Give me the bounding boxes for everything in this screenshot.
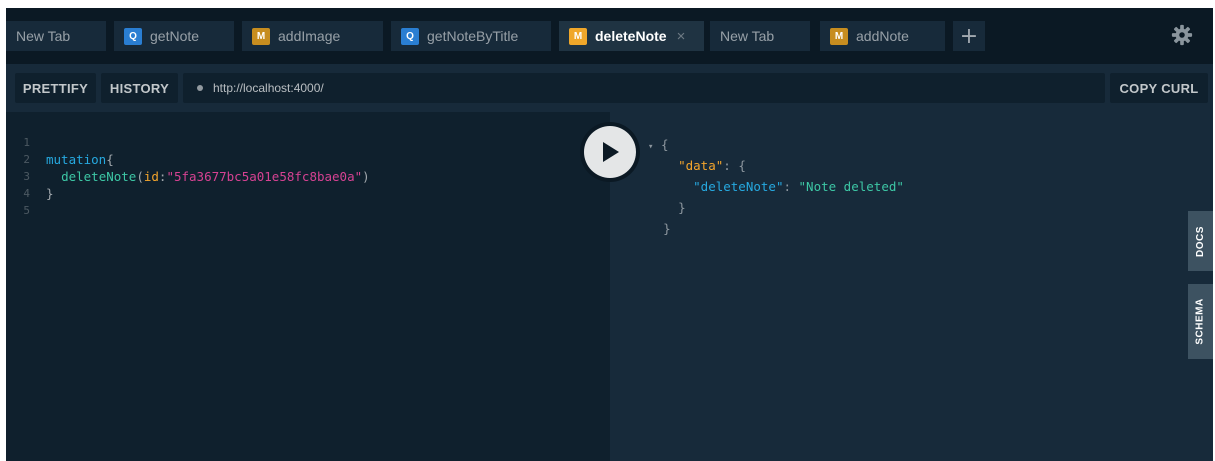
query-badge: Q xyxy=(124,27,142,45)
docs-tab-label: DOCS xyxy=(1195,225,1206,257)
open-paren: ( xyxy=(136,169,144,184)
result-line: ▾ { xyxy=(648,134,904,155)
prettify-button[interactable]: PRETTIFY xyxy=(15,73,96,103)
mutation-badge: M xyxy=(830,27,848,45)
query-badge: Q xyxy=(401,27,419,45)
tab-deletenote[interactable]: M deleteNote × xyxy=(559,21,704,51)
play-button-face xyxy=(584,126,636,178)
tab-label: deleteNote xyxy=(595,28,667,44)
close-paren: ) xyxy=(362,169,370,184)
field-value: "Note deleted" xyxy=(798,179,904,194)
history-button[interactable]: HISTORY xyxy=(101,73,178,103)
gear-icon[interactable] xyxy=(1171,24,1193,46)
open-brace: { xyxy=(106,152,114,167)
colon: : xyxy=(783,179,799,194)
line-number: 4 xyxy=(23,187,30,200)
tab-label: getNoteByTitle xyxy=(427,28,519,44)
result-line: "data": { xyxy=(648,155,904,176)
close-brace: } xyxy=(46,186,54,201)
query-code: mutation{ deleteNote(id:"5fa3677bc5a01e5… xyxy=(46,134,370,219)
line-number: 3 xyxy=(23,170,30,183)
outer-close-brace: } xyxy=(663,221,671,236)
line-number-gutter: 1 2 3 4 5 xyxy=(6,134,36,219)
copy-curl-button[interactable]: COPY CURL xyxy=(1110,73,1208,103)
graphql-playground: New Tab Q getNote M addImage Q getNoteBy… xyxy=(6,8,1213,461)
tab-label: New Tab xyxy=(720,28,775,44)
line-number: 5 xyxy=(23,204,30,217)
inner-close-brace: } xyxy=(678,200,686,215)
result-line: "deleteNote": "Note deleted" xyxy=(648,176,904,197)
tab-label: New Tab xyxy=(16,28,71,44)
tab-label: addNote xyxy=(856,28,909,44)
endpoint-url-text: http://localhost:4000/ xyxy=(213,81,324,95)
docs-tab[interactable]: DOCS xyxy=(1188,211,1213,271)
endpoint-url-input[interactable]: http://localhost:4000/ xyxy=(183,73,1105,103)
close-tab-icon[interactable]: × xyxy=(677,28,686,45)
tab-addimage[interactable]: M addImage xyxy=(242,21,383,51)
query-editor[interactable]: 1 2 3 4 5 mutation{ deleteNote(id:"5fa36… xyxy=(6,112,610,461)
play-icon xyxy=(603,142,619,162)
run-query-button[interactable] xyxy=(580,122,640,182)
line-number: 1 xyxy=(23,136,30,149)
mutation-badge: M xyxy=(569,27,587,45)
connection-status-icon xyxy=(197,85,203,91)
tab-new-tab-1[interactable]: New Tab xyxy=(6,21,106,51)
tab-new-tab-2[interactable]: New Tab xyxy=(710,21,810,51)
code-line: mutation{ xyxy=(46,151,370,168)
tab-bar: New Tab Q getNote M addImage Q getNoteBy… xyxy=(6,8,1213,64)
tab-getnotebytitle[interactable]: Q getNoteByTitle xyxy=(391,21,551,51)
toolbar: PRETTIFY HISTORY http://localhost:4000/ … xyxy=(6,64,1213,112)
line-number: 2 xyxy=(23,153,30,166)
tab-getnote[interactable]: Q getNote xyxy=(114,21,234,51)
data-key: "data" xyxy=(678,158,724,173)
argument-value: "5fa3677bc5a01e58fc8bae0a" xyxy=(166,169,363,184)
schema-tab-label: SCHEMA xyxy=(1195,298,1206,345)
code-line: deleteNote(id:"5fa3677bc5a01e58fc8bae0a"… xyxy=(46,168,370,185)
colon-brace: : { xyxy=(723,158,746,173)
add-tab-button[interactable]: + xyxy=(953,21,985,51)
argument-name: id xyxy=(143,169,159,184)
tab-addnote[interactable]: M addNote xyxy=(820,21,945,51)
mutation-keyword: mutation xyxy=(46,152,107,167)
code-line: } xyxy=(46,185,370,202)
tab-label: addImage xyxy=(278,28,341,44)
open-brace: { xyxy=(660,137,669,152)
result-viewer: ▾ { "data": { "deleteNote": "Note delete… xyxy=(648,134,904,239)
mutation-badge: M xyxy=(252,27,270,45)
field-key: "deleteNote" xyxy=(693,179,784,194)
result-line: } xyxy=(648,218,904,239)
tab-label: getNote xyxy=(150,28,200,44)
result-line: } xyxy=(648,197,904,218)
schema-tab[interactable]: SCHEMA xyxy=(1188,284,1213,359)
field-name: deleteNote xyxy=(61,169,137,184)
collapse-arrow-icon[interactable]: ▾ xyxy=(648,142,653,152)
